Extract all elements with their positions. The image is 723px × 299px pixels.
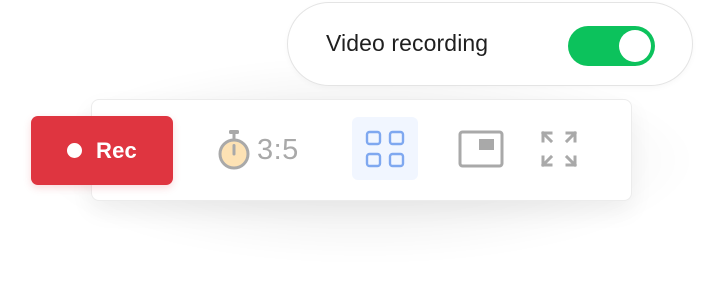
video-recording-toggle-card: Video recording xyxy=(287,2,693,86)
fullscreen-button[interactable] xyxy=(536,126,582,172)
grid-layout-button[interactable] xyxy=(352,117,418,180)
switch-knob xyxy=(619,30,651,62)
stopwatch-icon xyxy=(218,130,250,170)
video-recording-switch[interactable] xyxy=(568,26,655,66)
video-recording-label: Video recording xyxy=(326,30,489,56)
timer-control[interactable]: 3:5 xyxy=(217,128,299,172)
picture-in-picture-button[interactable] xyxy=(455,126,507,172)
record-dot-icon xyxy=(67,143,83,158)
timer-value: 3:5 xyxy=(257,133,299,166)
picture-in-picture-icon xyxy=(458,130,504,168)
grid-layout-icon xyxy=(365,130,405,167)
fullscreen-expand-icon xyxy=(540,130,578,168)
rec-button-label: Rec xyxy=(96,137,137,163)
recording-widget: Video recording Rec 3:5 xyxy=(0,0,723,299)
rec-button[interactable]: Rec xyxy=(31,116,173,185)
